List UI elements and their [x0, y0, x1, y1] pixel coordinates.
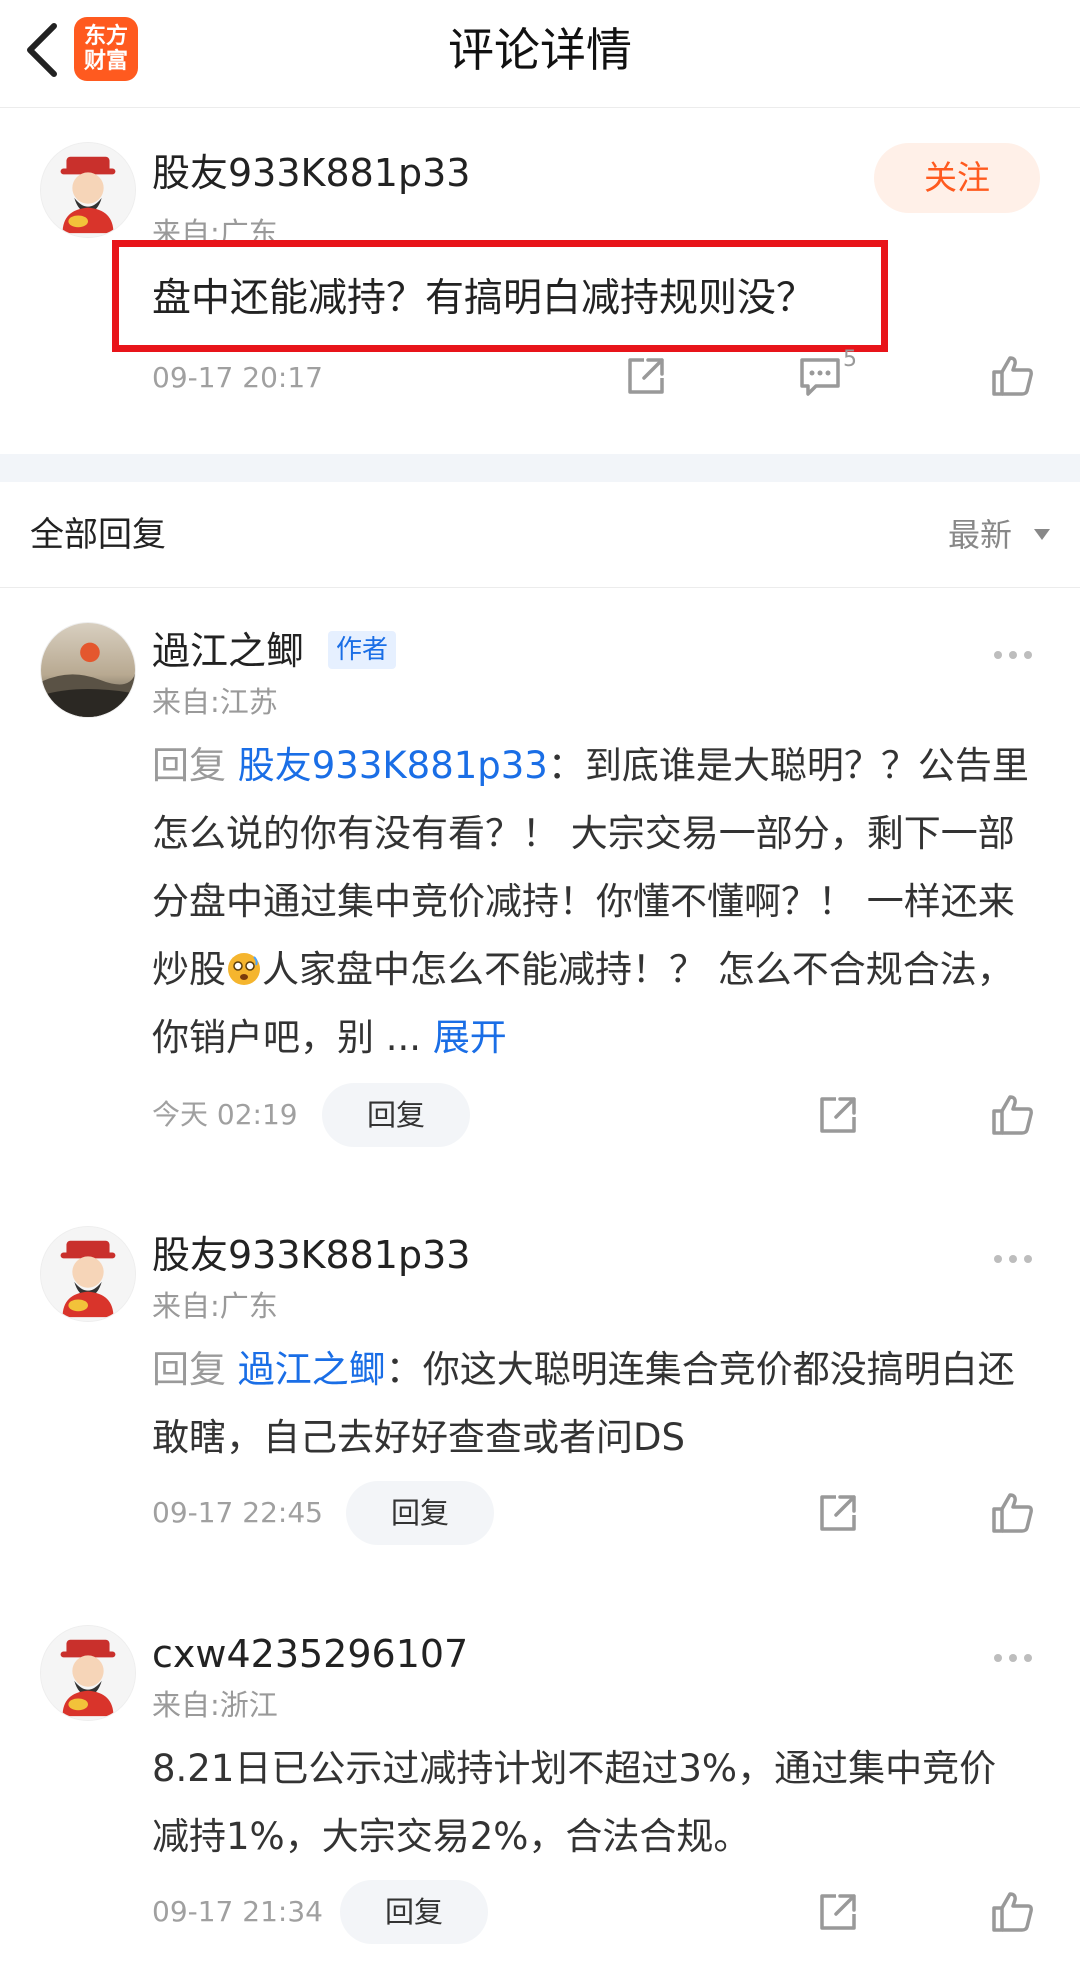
- reply-text: 回复 股友933K881p33：到底谁是大聪明？？公告里怎么说的你有没有看？！ …: [152, 732, 1032, 1072]
- reply-button[interactable]: 回复: [346, 1481, 494, 1545]
- comment-text: 盘中还能减持？有搞明白减持规则没？: [152, 276, 816, 321]
- more-options-icon[interactable]: [994, 1248, 1040, 1268]
- share-icon[interactable]: [622, 352, 670, 400]
- sort-dropdown[interactable]: 最新: [948, 512, 1012, 558]
- like-icon[interactable]: [988, 1489, 1036, 1537]
- reply-button[interactable]: 回复: [340, 1880, 488, 1944]
- comment-count-badge: 5: [843, 347, 857, 372]
- share-icon[interactable]: [814, 1091, 862, 1139]
- all-replies-title: 全部回复: [30, 515, 166, 555]
- avatar[interactable]: [40, 1625, 136, 1721]
- reply-time: 09-17 22:45: [152, 1496, 323, 1529]
- avatar[interactable]: [40, 622, 136, 718]
- follow-button[interactable]: 关注: [874, 143, 1040, 213]
- section-divider: [0, 454, 1080, 482]
- page-title: 评论详情: [448, 23, 632, 77]
- reply-author-location: 来自:广东: [152, 1289, 278, 1323]
- like-icon[interactable]: [988, 352, 1036, 400]
- comment-time: 09-17 20:17: [152, 361, 323, 394]
- share-icon[interactable]: [814, 1888, 862, 1936]
- reply-author-location: 来自:江苏: [152, 685, 278, 719]
- comment-icon[interactable]: [796, 352, 844, 400]
- expand-link[interactable]: 展开: [433, 1016, 507, 1059]
- like-icon[interactable]: [988, 1091, 1036, 1139]
- reply-prefix: 回复: [152, 1348, 226, 1391]
- reply-target-user[interactable]: 過江之鲫: [238, 1348, 386, 1391]
- replies-header: 全部回复 最新: [0, 482, 1080, 588]
- reply-author-name[interactable]: cxw4235296107: [152, 1629, 468, 1679]
- reply-time: 09-17 21:34: [152, 1895, 323, 1928]
- reply-text: 回复 過江之鲫：你这大聪明连集合竞价都没搞明白还敢瞎，自己去好好查查或者问DS: [152, 1336, 1032, 1472]
- reply-button[interactable]: 回复: [322, 1083, 470, 1147]
- dizzy-face-emoji-icon: [228, 953, 260, 985]
- reply-text: 8.21日已公示过减持计划不超过3%，通过集中竞价减持1%，大宗交易2%，合法合…: [152, 1747, 997, 1858]
- more-options-icon[interactable]: [994, 644, 1040, 664]
- reply-text-part-2: 人家盘中怎么不能减持！？ 怎么不合规合法，你销户吧，别 ...: [152, 948, 1014, 1059]
- avatar[interactable]: [40, 142, 136, 238]
- avatar[interactable]: [40, 1226, 136, 1322]
- reply-time: 今天 02:19: [152, 1098, 298, 1131]
- reply-author-name[interactable]: 股友933K881p33: [152, 1230, 470, 1280]
- comment-author-name[interactable]: 股友933K881p33: [152, 148, 470, 198]
- reply-author-name[interactable]: 過江之鲫: [152, 626, 304, 676]
- dropdown-triangle-icon[interactable]: [1034, 529, 1050, 540]
- share-icon[interactable]: [814, 1489, 862, 1537]
- reply-prefix: 回复: [152, 744, 226, 787]
- like-icon[interactable]: [988, 1888, 1036, 1936]
- author-badge: 作者: [328, 631, 397, 669]
- more-options-icon[interactable]: [994, 1647, 1040, 1667]
- reply-target-user[interactable]: 股友933K881p33: [238, 744, 548, 787]
- reply-author-location: 来自:浙江: [152, 1688, 278, 1722]
- top-bar: 东方 财富 评论详情: [0, 0, 1080, 108]
